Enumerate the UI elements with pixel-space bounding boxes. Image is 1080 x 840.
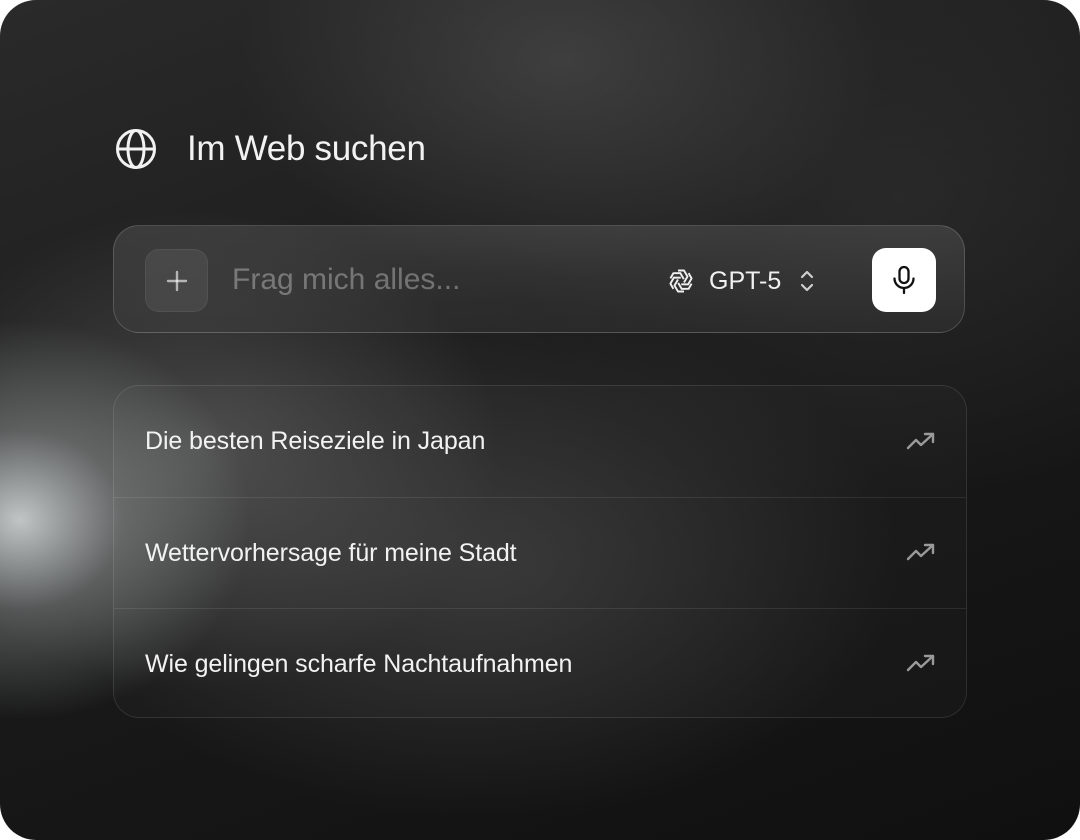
globe-icon	[116, 129, 156, 169]
microphone-icon	[893, 265, 915, 295]
search-bar: GPT-5	[113, 225, 965, 333]
trending-up-icon	[906, 654, 935, 672]
trending-up-icon	[906, 432, 935, 449]
page-title: Im Web suchen	[187, 129, 426, 168]
model-label: GPT-5	[709, 266, 782, 295]
app-window: Im Web suchen GPT-5	[0, 0, 1080, 840]
chevron-up-down-icon	[801, 270, 814, 292]
plus-icon	[166, 270, 187, 291]
search-input[interactable]	[232, 258, 632, 302]
suggestions-list: Die besten Reiseziele in Japan Wettervor…	[113, 385, 967, 718]
suggestion-item[interactable]: Wettervorhersage für meine Stadt	[114, 497, 966, 608]
header: Im Web suchen	[115, 127, 426, 171]
add-attachment-button[interactable]	[145, 249, 208, 312]
trending-up-icon	[906, 543, 935, 561]
openai-logo-icon	[669, 269, 693, 293]
model-selector[interactable]: GPT-5	[667, 260, 815, 302]
suggestion-item[interactable]: Die besten Reiseziele in Japan	[114, 386, 966, 497]
suggestion-text: Die besten Reiseziele in Japan	[145, 427, 486, 455]
suggestion-text: Wie gelingen scharfe Nachtaufnahmen	[145, 649, 573, 678]
voice-input-button[interactable]	[872, 248, 936, 312]
suggestion-item[interactable]: Wie gelingen scharfe Nachtaufnahmen	[114, 608, 966, 717]
suggestion-text: Wettervorhersage für meine Stadt	[145, 538, 517, 567]
